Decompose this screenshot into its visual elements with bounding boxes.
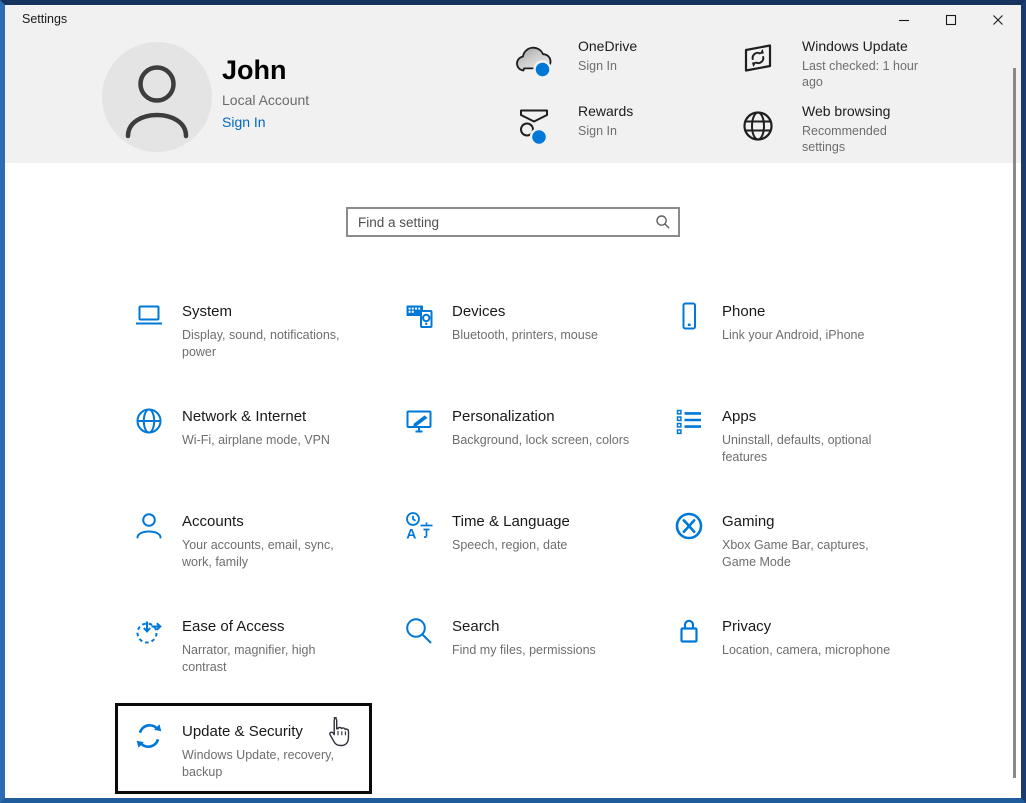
category-subtitle: Location, camera, microphone: [722, 642, 902, 659]
category-subtitle: Link your Android, iPhone: [722, 327, 902, 344]
category-tile-devices[interactable]: Devices Bluetooth, printers, mouse: [387, 285, 640, 372]
category-tile-phone[interactable]: Phone Link your Android, iPhone: [657, 285, 910, 372]
close-button[interactable]: [974, 5, 1021, 35]
settings-window: Settings John Local Account Sign In: [0, 0, 1026, 803]
category-subtitle: Xbox Game Bar, captures, Game Mode: [722, 537, 902, 571]
category-tile-network-internet[interactable]: Network & Internet Wi-Fi, airplane mode,…: [117, 390, 370, 477]
search-input[interactable]: [346, 207, 680, 237]
category-subtitle: Wi-Fi, airplane mode, VPN: [182, 432, 362, 449]
time-language-icon: A: [402, 510, 436, 544]
category-title: Accounts: [182, 512, 362, 532]
category-subtitle: Uninstall, defaults, optional features: [722, 432, 902, 466]
search-icon: [655, 214, 671, 235]
app-title: Settings: [22, 12, 67, 26]
category-subtitle: Find my files, permissions: [452, 642, 632, 659]
category-tile-ease-of-access[interactable]: Ease of Access Narrator, magnifier, high…: [117, 600, 370, 687]
category-tile-personalization[interactable]: Personalization Background, lock screen,…: [387, 390, 640, 477]
category-subtitle: Bluetooth, printers, mouse: [452, 327, 632, 344]
category-title: Update & Security: [182, 722, 362, 742]
category-subtitle: Windows Update, recovery, backup: [182, 747, 362, 781]
quick-status-title: OneDrive: [578, 37, 700, 55]
category-tile-time-language[interactable]: A Time & Language Speech, region, date: [387, 495, 640, 582]
category-subtitle: Speech, region, date: [452, 537, 632, 554]
update-security-icon: [132, 720, 166, 754]
quick-status-subtitle: Sign In: [578, 123, 700, 139]
system-icon: [132, 300, 166, 334]
minimize-button[interactable]: [880, 5, 927, 35]
category-tile-system[interactable]: System Display, sound, notifications, po…: [117, 285, 370, 372]
person-icon: [102, 42, 212, 152]
category-tile-privacy[interactable]: Privacy Location, camera, microphone: [657, 600, 910, 687]
maximize-button[interactable]: [927, 5, 974, 35]
web-browsing-globe-icon: [734, 102, 782, 145]
privacy-icon: [672, 615, 706, 649]
ease-of-access-icon: [132, 615, 166, 649]
phone-icon: [672, 300, 706, 334]
window-controls: [880, 5, 1021, 35]
onedrive-cloud-icon: [510, 37, 558, 80]
category-title: Ease of Access: [182, 617, 362, 637]
user-name: John: [222, 55, 309, 85]
quick-status-web-browsing[interactable]: Web browsing Recommended settings: [734, 102, 924, 155]
close-icon: [992, 14, 1004, 26]
quick-status-windows-update[interactable]: Windows Update Last checked: 1 hour ago: [734, 37, 924, 90]
user-block: John Local Account Sign In: [222, 55, 309, 132]
category-tile-search[interactable]: Search Find my files, permissions: [387, 600, 640, 687]
accounts-icon: [132, 510, 166, 544]
category-title: Privacy: [722, 617, 902, 637]
category-title: Search: [452, 617, 632, 637]
category-subtitle: Narrator, magnifier, high contrast: [182, 642, 362, 676]
rewards-icon: [510, 102, 558, 152]
quick-status-subtitle: Sign In: [578, 58, 700, 74]
maximize-icon: [945, 14, 957, 26]
quick-status-subtitle: Recommended settings: [802, 123, 924, 155]
category-title: Gaming: [722, 512, 902, 532]
devices-icon: [402, 300, 436, 334]
minimize-icon: [898, 14, 910, 26]
category-tile-accounts[interactable]: Accounts Your accounts, email, sync, wor…: [117, 495, 370, 582]
category-tile-update-security[interactable]: Update & Security Windows Update, recove…: [117, 705, 370, 792]
category-subtitle: Background, lock screen, colors: [452, 432, 632, 449]
quick-status-rewards[interactable]: Rewards Sign In: [510, 102, 700, 152]
category-title: Phone: [722, 302, 902, 322]
category-title: Personalization: [452, 407, 632, 427]
category-tile-apps[interactable]: Apps Uninstall, defaults, optional featu…: [657, 390, 910, 477]
category-title: Apps: [722, 407, 902, 427]
svg-text:A: A: [406, 526, 416, 542]
titlebar: Settings: [5, 5, 1021, 35]
vertical-scrollbar-thumb[interactable]: [1013, 68, 1016, 778]
user-sign-in-link[interactable]: Sign In: [222, 114, 266, 130]
category-title: System: [182, 302, 362, 322]
quick-status-title: Rewards: [578, 102, 700, 120]
windows-update-icon: [734, 37, 782, 78]
personalization-icon: [402, 405, 436, 439]
category-title: Network & Internet: [182, 407, 362, 427]
category-subtitle: Display, sound, notifications, power: [182, 327, 362, 361]
quick-status-title: Windows Update: [802, 37, 924, 55]
quick-status-title: Web browsing: [802, 102, 924, 120]
search-box: [346, 207, 680, 237]
category-title: Time & Language: [452, 512, 632, 532]
category-tile-gaming[interactable]: Gaming Xbox Game Bar, captures, Game Mod…: [657, 495, 910, 582]
network-internet-icon: [132, 405, 166, 439]
category-subtitle: Your accounts, email, sync, work, family: [182, 537, 362, 571]
account-type: Local Account: [222, 92, 309, 108]
gaming-icon: [672, 510, 706, 544]
category-title: Devices: [452, 302, 632, 322]
quick-status-onedrive[interactable]: OneDrive Sign In: [510, 37, 700, 80]
quick-status-subtitle: Last checked: 1 hour ago: [802, 58, 924, 90]
apps-icon: [672, 405, 706, 439]
search-category-icon: [402, 615, 436, 649]
categories-grid: System Display, sound, notifications, po…: [117, 285, 910, 792]
avatar: [102, 42, 212, 152]
